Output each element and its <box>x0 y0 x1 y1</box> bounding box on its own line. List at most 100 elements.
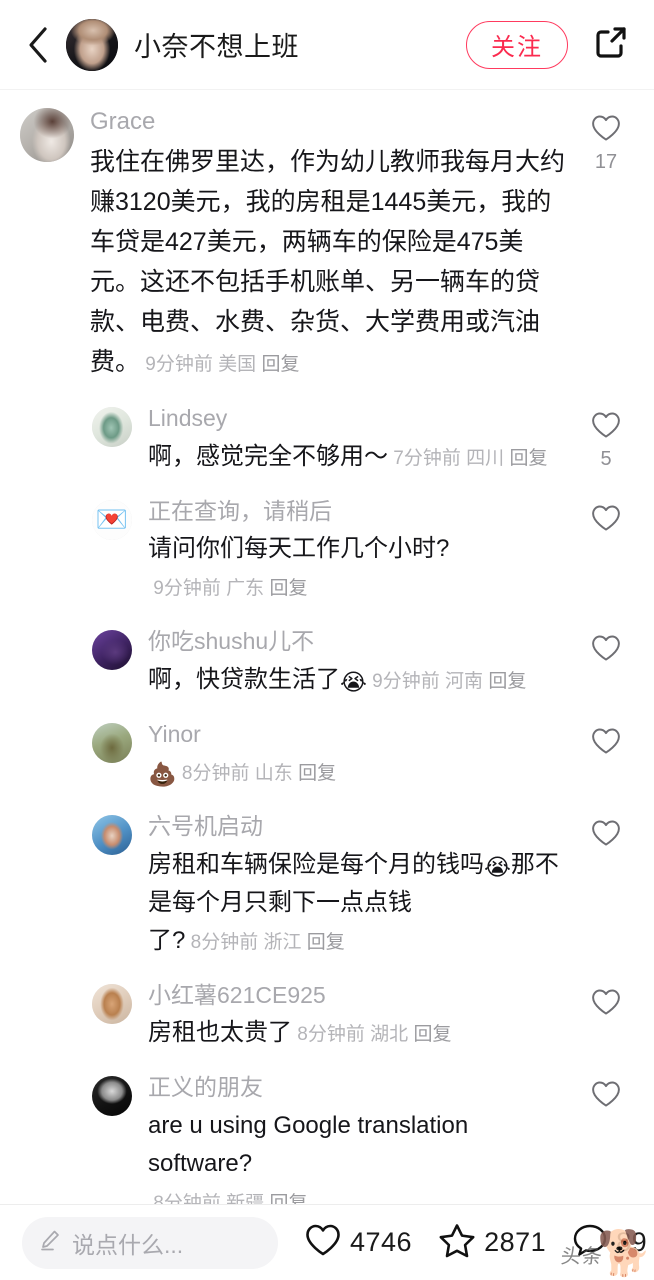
commenter-avatar[interactable] <box>92 983 132 1024</box>
comment-like-button[interactable] <box>578 717 634 794</box>
comment-timestamp: 8分钟前 <box>181 763 250 784</box>
commenter-name[interactable]: Lindsey <box>148 401 568 436</box>
author-avatar[interactable] <box>66 18 118 71</box>
comment-location: 美国 <box>218 354 257 375</box>
comment-list[interactable]: Grace 我住在佛罗里达，作为幼儿教师我每月大约赚3120美元，我的房租是144… <box>0 90 654 1204</box>
comment-like-button[interactable] <box>578 978 634 1055</box>
comment-location: 四川 <box>466 447 505 469</box>
reply-link[interactable]: 回复 <box>298 763 336 784</box>
comment-like-button[interactable] <box>578 809 634 962</box>
top-comment[interactable]: Grace 我住在佛罗里达，作为幼儿教师我每月大约赚3120美元，我的房租是144… <box>0 94 654 391</box>
pencil-icon <box>38 1228 62 1257</box>
reply-link[interactable]: 回复 <box>307 932 345 953</box>
avatar-image <box>92 407 132 447</box>
comment-timestamp: 9分钟前 <box>145 354 213 375</box>
reply-link[interactable]: 回复 <box>509 448 547 469</box>
comment-meta: 7分钟前 四川 回复 <box>388 448 547 469</box>
comment-like-button[interactable] <box>578 494 634 609</box>
comment-text: are u using Google translation software? <box>148 1107 568 1183</box>
share-external-icon <box>591 22 631 67</box>
comment-body: Lindsey 啊，感觉完全不够用～ 7分钟前 四川 回复 <box>148 401 578 478</box>
bottom-action-bar: 说点什么... 4746 2871 89 头条 🐕 <box>0 1204 654 1280</box>
comment-meta: 8分钟前 新疆 回复 <box>148 1193 307 1205</box>
commenter-avatar[interactable] <box>92 407 132 447</box>
commenter-avatar[interactable]: 💌 <box>92 499 132 540</box>
commenter-avatar[interactable] <box>92 722 132 763</box>
commenter-name[interactable]: 你吃shushu儿不 <box>148 624 568 659</box>
comment-text: 房租和车辆保险是每个月的钱吗😭那不是每个月只剩下一点点钱了? 8分钟前 浙江 回… <box>148 846 568 962</box>
reply-link[interactable]: 回复 <box>269 578 307 599</box>
comment-text-main: 房租和车辆保险是每个月的钱吗 <box>148 850 484 878</box>
comment-location: 湖北 <box>370 1024 409 1045</box>
comment-like-button[interactable] <box>578 1070 634 1204</box>
commenter-name[interactable]: 六号机启动 <box>148 809 568 844</box>
comment-body: 六号机启动 房租和车辆保险是每个月的钱吗😭那不是每个月只剩下一点点钱了? 8分钟前… <box>148 809 578 962</box>
comment-location: 新疆 <box>226 1192 265 1205</box>
commenter-name[interactable]: 小红薯621CE925 <box>148 978 568 1013</box>
reply-comment[interactable]: 正义的朋友 are u using Google translation soft… <box>0 1060 654 1204</box>
heart-outline-icon <box>589 632 623 664</box>
reply-link[interactable]: 回复 <box>413 1024 451 1045</box>
comments-screen: 小奈不想上班 关注 Grace 我住在佛罗里达，作为幼儿教师我每月大约赚3120美… <box>0 0 654 1280</box>
comment-location: 河南 <box>445 670 484 692</box>
comment-meta: 9分钟前 广东 回复 <box>148 578 307 599</box>
comment-text: 我住在佛罗里达，作为幼儿教师我每月大约赚3120美元，我的房租是1445美元，我… <box>90 142 568 385</box>
comment-like-button[interactable] <box>578 624 634 701</box>
reply-comment[interactable]: Lindsey 啊，感觉完全不够用～ 7分钟前 四川 回复 5 <box>0 391 654 484</box>
comment-count-action[interactable]: 89 <box>572 1222 647 1263</box>
reply-link[interactable]: 回复 <box>488 671 526 692</box>
heart-outline-icon <box>589 502 623 534</box>
heart-outline-icon <box>304 1222 342 1263</box>
comment-location: 山东 <box>254 763 293 784</box>
commenter-name[interactable]: Grace <box>90 104 568 140</box>
comment-text-main: are u using Google translation software? <box>148 1111 469 1177</box>
reply-comment[interactable]: 你吃shushu儿不 啊，快贷款生活了😭 9分钟前 河南 回复 <box>0 614 654 707</box>
comment-location: 广东 <box>226 578 265 599</box>
commenter-avatar[interactable] <box>20 108 74 162</box>
comment-text: 啊，感觉完全不够用～ 7分钟前 四川 回复 <box>148 438 568 478</box>
reply-link[interactable]: 回复 <box>261 354 299 375</box>
commenter-name[interactable]: Yinor <box>148 717 568 752</box>
page-title: 小奈不想上班 <box>134 32 299 62</box>
heart-outline-icon <box>589 1078 623 1110</box>
commenter-avatar[interactable] <box>92 815 132 855</box>
speech-bubble-icon <box>572 1222 608 1263</box>
commenter-avatar[interactable] <box>92 630 132 670</box>
comment-meta: 8分钟前 湖北 回复 <box>292 1024 451 1045</box>
follow-button[interactable]: 关注 <box>466 20 568 69</box>
like-action[interactable]: 4746 <box>304 1222 412 1263</box>
comment-body: Grace 我住在佛罗里达，作为幼儿教师我每月大约赚3120美元，我的房租是144… <box>90 104 578 385</box>
reply-comment[interactable]: 💌 正在查询，请稍后 请问你们每天工作几个小时? 9分钟前 广东 回复 <box>0 484 654 615</box>
comment-timestamp: 7分钟前 <box>393 447 461 469</box>
comment-body: 小红薯621CE925 房租也太贵了 8分钟前 湖北 回复 <box>148 978 578 1055</box>
comment-body: 正义的朋友 are u using Google translation soft… <box>148 1070 578 1204</box>
comment-timestamp: 9分钟前 <box>372 670 440 692</box>
favorite-count: 2871 <box>484 1227 547 1257</box>
commenter-name[interactable]: 正在查询，请稍后 <box>148 494 568 529</box>
reply-comment[interactable]: Yinor 💩 8分钟前 山东 回复 <box>0 707 654 800</box>
comment-emoji: 💩 <box>148 761 177 787</box>
comment-timestamp: 9分钟前 <box>153 578 221 599</box>
comment-body: 你吃shushu儿不 啊，快贷款生活了😭 9分钟前 河南 回复 <box>148 624 578 701</box>
comment-meta: 8分钟前 山东 回复 <box>177 763 336 784</box>
star-outline-icon <box>438 1222 476 1263</box>
reply-comment[interactable]: 六号机启动 房租和车辆保险是每个月的钱吗😭那不是每个月只剩下一点点钱了? 8分钟前… <box>0 799 654 968</box>
commenter-name[interactable]: 正义的朋友 <box>148 1070 568 1105</box>
avatar-image <box>20 108 74 162</box>
comment-text-main: 房租也太贵了 <box>148 1019 292 1046</box>
share-button[interactable] <box>588 22 634 68</box>
reply-comment[interactable]: 小红薯621CE925 房租也太贵了 8分钟前 湖北 回复 <box>0 968 654 1061</box>
commenter-avatar[interactable] <box>92 1076 132 1116</box>
chevron-left-icon <box>27 26 49 64</box>
reply-link[interactable]: 回复 <box>269 1193 307 1205</box>
comment-body: Yinor 💩 8分钟前 山东 回复 <box>148 717 578 794</box>
comment-text: 房租也太贵了 8分钟前 湖北 回复 <box>148 1014 568 1054</box>
comment-like-button[interactable]: 17 <box>578 104 634 385</box>
avatar-image <box>92 630 132 670</box>
comment-like-button[interactable]: 5 <box>578 401 634 478</box>
avatar-image <box>66 18 118 71</box>
avatar-image <box>92 815 132 855</box>
favorite-action[interactable]: 2871 <box>438 1222 546 1263</box>
comment-input[interactable]: 说点什么... <box>22 1216 278 1269</box>
back-button[interactable] <box>18 25 58 65</box>
